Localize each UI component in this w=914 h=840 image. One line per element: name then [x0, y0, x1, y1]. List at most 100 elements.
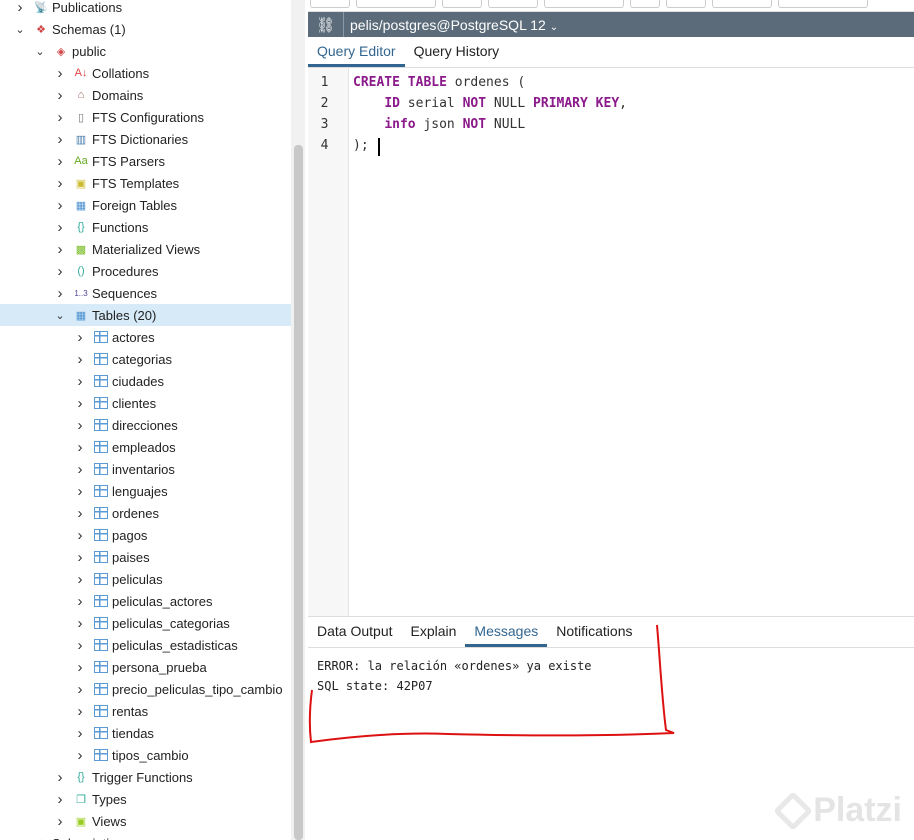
- tree-item[interactable]: › peliculas: [0, 568, 291, 590]
- connection-bar[interactable]: ⛓ pelis/postgres@PostgreSQL 12 ⌄: [308, 12, 914, 37]
- chevron-right-icon[interactable]: ›: [73, 461, 87, 478]
- toolbar-button[interactable]: [544, 0, 624, 8]
- tab-data-output[interactable]: Data Output: [308, 617, 402, 647]
- chevron-right-icon[interactable]: ›: [73, 725, 87, 742]
- chevron-right-icon[interactable]: ›: [53, 285, 67, 302]
- chevron-right-icon[interactable]: ›: [73, 659, 87, 676]
- tree-item[interactable]: › clientes: [0, 392, 291, 414]
- tree-item[interactable]: › empleados: [0, 436, 291, 458]
- chevron-right-icon[interactable]: ›: [73, 351, 87, 368]
- connection-label[interactable]: pelis/postgres@PostgreSQL 12 ⌄: [344, 17, 558, 33]
- toolbar-button[interactable]: [712, 0, 772, 8]
- toolbar-button[interactable]: [778, 0, 868, 8]
- chevron-right-icon[interactable]: ›: [13, 0, 27, 16]
- tab-notifications[interactable]: Notifications: [547, 617, 641, 647]
- tree-item[interactable]: › 1..3 Sequences: [0, 282, 291, 304]
- tree-item[interactable]: › pagos: [0, 524, 291, 546]
- chevron-down-icon[interactable]: ⌄: [53, 309, 67, 322]
- tree-item[interactable]: › lenguajes: [0, 480, 291, 502]
- chevron-right-icon[interactable]: ›: [73, 329, 87, 346]
- chevron-right-icon[interactable]: ›: [73, 505, 87, 522]
- chevron-right-icon[interactable]: ›: [73, 747, 87, 764]
- tree-item[interactable]: › ▯ FTS Configurations: [0, 106, 291, 128]
- tree-item[interactable]: › {} Functions: [0, 216, 291, 238]
- tree-item[interactable]: ⌄ ❖ Schemas (1): [0, 18, 291, 40]
- chevron-right-icon[interactable]: ›: [53, 219, 67, 236]
- chevron-right-icon[interactable]: ›: [53, 263, 67, 280]
- sql-editor[interactable]: 1 2 3 4 CREATE TABLE ordenes ( ID serial NO…: [308, 68, 914, 616]
- tree-item[interactable]: › peliculas_categorias: [0, 612, 291, 634]
- sql-token: ,: [619, 96, 627, 111]
- chevron-right-icon[interactable]: ›: [73, 703, 87, 720]
- tree-item[interactable]: › direcciones: [0, 414, 291, 436]
- tree-item[interactable]: › tiendas: [0, 722, 291, 744]
- chevron-right-icon[interactable]: ›: [13, 835, 27, 840]
- chevron-right-icon[interactable]: ›: [53, 87, 67, 104]
- messages-output: ERROR: la relación «ordenes» ya existe S…: [308, 648, 914, 704]
- tree-item[interactable]: › A↓ Collations: [0, 62, 291, 84]
- tree-item[interactable]: › ordenes: [0, 502, 291, 524]
- tree-item[interactable]: › peliculas_estadisticas: [0, 634, 291, 656]
- tree-item[interactable]: › {} Trigger Functions: [0, 766, 291, 788]
- tree-item[interactable]: › () Procedures: [0, 260, 291, 282]
- toolbar-button[interactable]: [488, 0, 538, 8]
- tree-item[interactable]: › ▦ Foreign Tables: [0, 194, 291, 216]
- chevron-right-icon[interactable]: ›: [53, 813, 67, 830]
- tree-item[interactable]: › precio_peliculas_tipo_cambio: [0, 678, 291, 700]
- chevron-right-icon[interactable]: ›: [53, 131, 67, 148]
- tree-item[interactable]: › peliculas_actores: [0, 590, 291, 612]
- tree-item[interactable]: ⌄ ◈ public: [0, 40, 291, 62]
- tree-item[interactable]: › Aa FTS Parsers: [0, 150, 291, 172]
- tab-query-history[interactable]: Query History: [405, 37, 509, 67]
- chevron-right-icon[interactable]: ›: [73, 373, 87, 390]
- chevron-right-icon[interactable]: ›: [73, 549, 87, 566]
- chevron-down-icon[interactable]: ⌄: [33, 45, 47, 58]
- chevron-right-icon[interactable]: ›: [73, 593, 87, 610]
- sql-token: );: [353, 138, 369, 153]
- tab-explain[interactable]: Explain: [402, 617, 466, 647]
- chevron-right-icon[interactable]: ›: [73, 527, 87, 544]
- tab-query-editor[interactable]: Query Editor: [308, 37, 405, 67]
- chevron-right-icon[interactable]: ›: [73, 681, 87, 698]
- tree-item[interactable]: › 📡 Publications: [0, 0, 291, 18]
- tree-item[interactable]: › ▥ FTS Dictionaries: [0, 128, 291, 150]
- tree-item[interactable]: › ⌂ Domains: [0, 84, 291, 106]
- tree-item[interactable]: › categorias: [0, 348, 291, 370]
- chevron-right-icon[interactable]: ›: [73, 483, 87, 500]
- tree-item[interactable]: › persona_prueba: [0, 656, 291, 678]
- tree-item[interactable]: › ▩ Materialized Views: [0, 238, 291, 260]
- chevron-right-icon[interactable]: ›: [53, 791, 67, 808]
- chevron-right-icon[interactable]: ›: [73, 395, 87, 412]
- tab-messages[interactable]: Messages: [465, 617, 548, 647]
- tree-item[interactable]: › ▣ FTS Templates: [0, 172, 291, 194]
- tree-item[interactable]: › paises: [0, 546, 291, 568]
- chevron-right-icon[interactable]: ›: [53, 197, 67, 214]
- chevron-right-icon[interactable]: ›: [73, 615, 87, 632]
- tree-item[interactable]: › ✦Subscriptions: [0, 832, 291, 840]
- toolbar-button[interactable]: [630, 0, 660, 8]
- toolbar-button[interactable]: [356, 0, 436, 8]
- tree-item[interactable]: › tipos_cambio: [0, 744, 291, 766]
- tree-item[interactable]: › ciudades: [0, 370, 291, 392]
- chevron-right-icon[interactable]: ›: [73, 637, 87, 654]
- tree-item[interactable]: › inventarios: [0, 458, 291, 480]
- tree-item[interactable]: ⌄ ▦ Tables (20): [0, 304, 291, 326]
- chevron-right-icon[interactable]: ›: [73, 439, 87, 456]
- tree-scrollbar-thumb[interactable]: [294, 145, 303, 840]
- tree-item[interactable]: › ▣ Views: [0, 810, 291, 832]
- toolbar-button[interactable]: [666, 0, 706, 8]
- chevron-right-icon[interactable]: ›: [53, 153, 67, 170]
- chevron-down-icon[interactable]: ⌄: [13, 23, 27, 36]
- chevron-right-icon[interactable]: ›: [73, 417, 87, 434]
- tree-item[interactable]: › rentas: [0, 700, 291, 722]
- toolbar-button[interactable]: [310, 0, 350, 8]
- chevron-right-icon[interactable]: ›: [53, 241, 67, 258]
- chevron-right-icon[interactable]: ›: [53, 769, 67, 786]
- tree-item[interactable]: › ❐ Types: [0, 788, 291, 810]
- chevron-right-icon[interactable]: ›: [53, 175, 67, 192]
- chevron-right-icon[interactable]: ›: [73, 571, 87, 588]
- chevron-right-icon[interactable]: ›: [53, 65, 67, 82]
- chevron-right-icon[interactable]: ›: [53, 109, 67, 126]
- toolbar-button[interactable]: [442, 0, 482, 8]
- tree-item[interactable]: › actores: [0, 326, 291, 348]
